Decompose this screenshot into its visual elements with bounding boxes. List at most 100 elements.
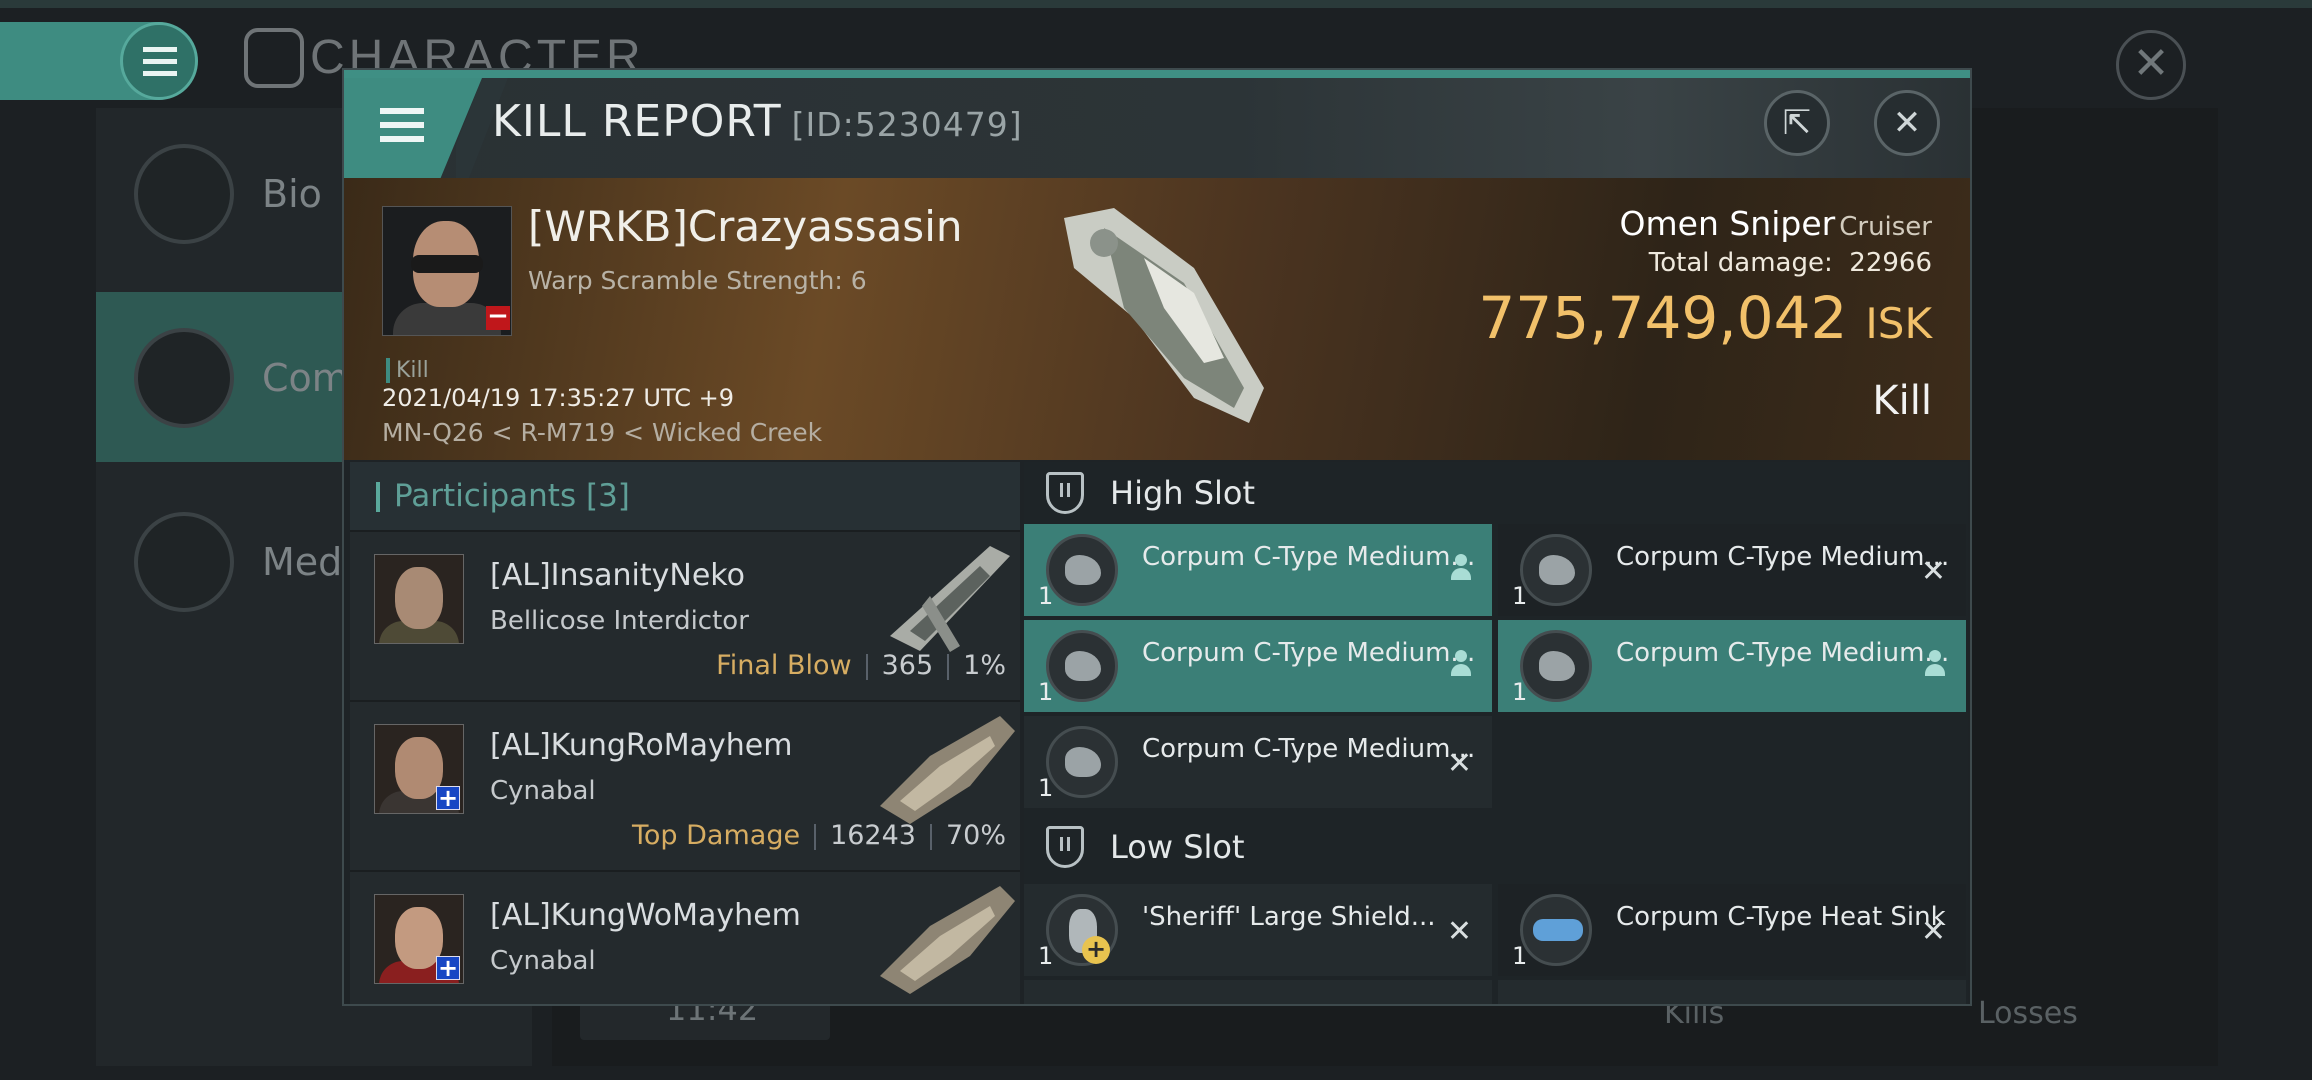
participant-damage: 365 xyxy=(881,650,934,681)
ally-standing-icon: + xyxy=(436,784,460,812)
isk-value: 775,749,042 ISK xyxy=(1478,284,1932,352)
background-menu-icon[interactable] xyxy=(120,22,198,100)
participant-row[interactable]: [AL]InsanityNeko Bellicose Interdictor F… xyxy=(350,532,1020,702)
participant-name[interactable]: [AL]KungWoMayhem xyxy=(490,898,801,933)
x-icon: ✕ xyxy=(1920,554,1946,589)
modal-title: KILL REPORT [ID:5230479] xyxy=(492,96,1023,147)
losses-label: Losses xyxy=(1978,996,2078,1031)
share-icon: ⇱ xyxy=(1782,103,1812,143)
module-quantity: 1 xyxy=(1512,678,1528,706)
module-quantity: 1 xyxy=(1038,942,1054,970)
module-quantity: 1 xyxy=(1038,582,1054,610)
participants-title: Participants [3] xyxy=(394,478,630,514)
module-name: Corpum C-Type Medium... xyxy=(1616,638,1950,668)
modal-title-text: KILL REPORT xyxy=(492,96,782,147)
participant-stats: Top Damage 16243 70% xyxy=(632,820,1006,851)
participant-ship: Bellicose Interdictor xyxy=(490,606,749,636)
module-name: Corpum C-Type Medium... xyxy=(1616,542,1950,572)
kill-location[interactable]: MN-Q26 < R-M719 < Wicked Creek xyxy=(382,418,822,447)
fitting-panel: High Slot 1 Corpum C-Type Medium... 1 Co… xyxy=(1024,462,1968,1004)
participant-row[interactable]: + [AL]KungWoMayhem Cynabal xyxy=(350,872,1020,1004)
kill-report-modal: KILL REPORT [ID:5230479] ⇱ ✕ − [WRKB]Craz… xyxy=(342,68,1972,1006)
participant-ship-image[interactable] xyxy=(870,706,1018,826)
kill-banner: − [WRKB]Crazyassasin Warp Scramble Stren… xyxy=(344,178,1970,460)
module-slot-partial[interactable] xyxy=(1498,980,1966,1004)
module-quantity: 1 xyxy=(1038,774,1054,802)
modal-accent-line xyxy=(344,70,1970,78)
participant-ship-image[interactable] xyxy=(870,876,1018,996)
module-slot[interactable]: + 1 'Sheriff' Large Shield... ✕ xyxy=(1024,884,1492,976)
participants-title-text: Participants xyxy=(394,478,577,514)
victim-subtitle: Warp Scramble Strength: 6 xyxy=(528,266,867,295)
participant-ship: Cynabal xyxy=(490,946,596,976)
character-icon xyxy=(244,28,304,88)
turret-icon xyxy=(1520,534,1592,606)
module-quantity: 1 xyxy=(1512,942,1528,970)
victim-ship-image[interactable] xyxy=(1044,198,1284,434)
participants-header: Participants [3] xyxy=(350,462,1020,530)
participant-role: Top Damage xyxy=(632,820,801,851)
share-button[interactable]: ⇱ xyxy=(1764,90,1830,156)
participant-ship: Cynabal xyxy=(490,776,596,806)
plus-icon: + xyxy=(1082,936,1110,964)
total-damage-label: Total damage: xyxy=(1648,248,1833,278)
victim-name[interactable]: [WRKB]Crazyassasin xyxy=(528,202,962,251)
participant-ship-image[interactable] xyxy=(870,536,1018,656)
module-name: Corpum C-Type Medium... xyxy=(1142,638,1476,668)
isk-unit: ISK xyxy=(1865,299,1932,348)
low-slot-header: Low Slot xyxy=(1024,818,1968,880)
participant-stats: Final Blow 365 1% xyxy=(716,650,1006,681)
total-damage: Total damage: 22966 xyxy=(1649,248,1932,278)
x-icon: ✕ xyxy=(1446,914,1472,949)
participant-name[interactable]: [AL]InsanityNeko xyxy=(490,558,745,593)
background-close-icon[interactable]: ✕ xyxy=(2116,30,2186,100)
bio-icon xyxy=(134,144,234,244)
module-name: 'Sheriff' Large Shield... xyxy=(1142,902,1436,932)
ship-name[interactable]: Omen Sniper Cruiser xyxy=(1620,204,1932,243)
participant-portrait[interactable] xyxy=(374,554,464,644)
kill-tag: Kill xyxy=(386,358,429,383)
module-quantity: 1 xyxy=(1038,678,1054,706)
heat-sink-icon xyxy=(1520,894,1592,966)
person-icon xyxy=(1450,554,1472,580)
total-damage-value: 22966 xyxy=(1849,248,1932,278)
participant-damage: 16243 xyxy=(830,820,916,851)
high-slot-header: High Slot xyxy=(1024,464,1968,526)
module-slot[interactable]: 1 Corpum C-Type Medium... ✕ xyxy=(1024,716,1492,808)
module-name: Corpum C-Type Medium... xyxy=(1142,542,1476,572)
module-quantity: 1 xyxy=(1512,582,1528,610)
module-slot[interactable]: 1 Corpum C-Type Medium... xyxy=(1024,524,1492,616)
close-icon: ✕ xyxy=(1892,103,1922,143)
slot-shield-icon xyxy=(1046,472,1084,514)
turret-icon xyxy=(1046,534,1118,606)
module-slot[interactable]: 1 Corpum C-Type Heat Sink ✕ xyxy=(1498,884,1966,976)
participant-percent: 70% xyxy=(945,820,1006,851)
person-icon xyxy=(1924,650,1946,676)
close-button[interactable]: ✕ xyxy=(1874,90,1940,156)
module-slot[interactable]: 1 Corpum C-Type Medium... xyxy=(1024,620,1492,712)
module-name: Corpum C-Type Heat Sink xyxy=(1616,902,1946,932)
ship-name-text: Omen Sniper xyxy=(1619,204,1836,243)
module-slot-partial[interactable] xyxy=(1024,980,1492,1004)
hostile-standing-icon: − xyxy=(486,301,510,331)
participant-name[interactable]: [AL]KungRoMayhem xyxy=(490,728,792,763)
kill-type: Kill xyxy=(1872,378,1932,424)
participant-role: Final Blow xyxy=(716,650,852,681)
top-strip xyxy=(0,0,2312,8)
participants-panel: Participants [3] [AL]InsanityNeko Bellic… xyxy=(350,462,1020,1004)
x-icon: ✕ xyxy=(1920,914,1946,949)
sidebar-item-label: Bio xyxy=(262,172,322,216)
module-slot[interactable]: 1 Corpum C-Type Medium... xyxy=(1498,620,1966,712)
turret-icon xyxy=(1046,630,1118,702)
participants-count: [3] xyxy=(585,478,630,514)
high-slot-title: High Slot xyxy=(1110,474,1256,512)
sidebar-item-label: Com xyxy=(262,356,349,400)
participant-percent: 1% xyxy=(963,650,1006,681)
module-name: Corpum C-Type Medium... xyxy=(1142,734,1476,764)
header-marker xyxy=(376,482,380,512)
isk-amount: 775,749,042 xyxy=(1478,284,1848,352)
ship-class: Cruiser xyxy=(1839,212,1932,242)
module-slot[interactable]: 1 Corpum C-Type Medium... ✕ xyxy=(1498,524,1966,616)
kill-report-id: [ID:5230479] xyxy=(791,105,1023,144)
participant-row[interactable]: + [AL]KungRoMayhem Cynabal Top Damage 162… xyxy=(350,702,1020,872)
